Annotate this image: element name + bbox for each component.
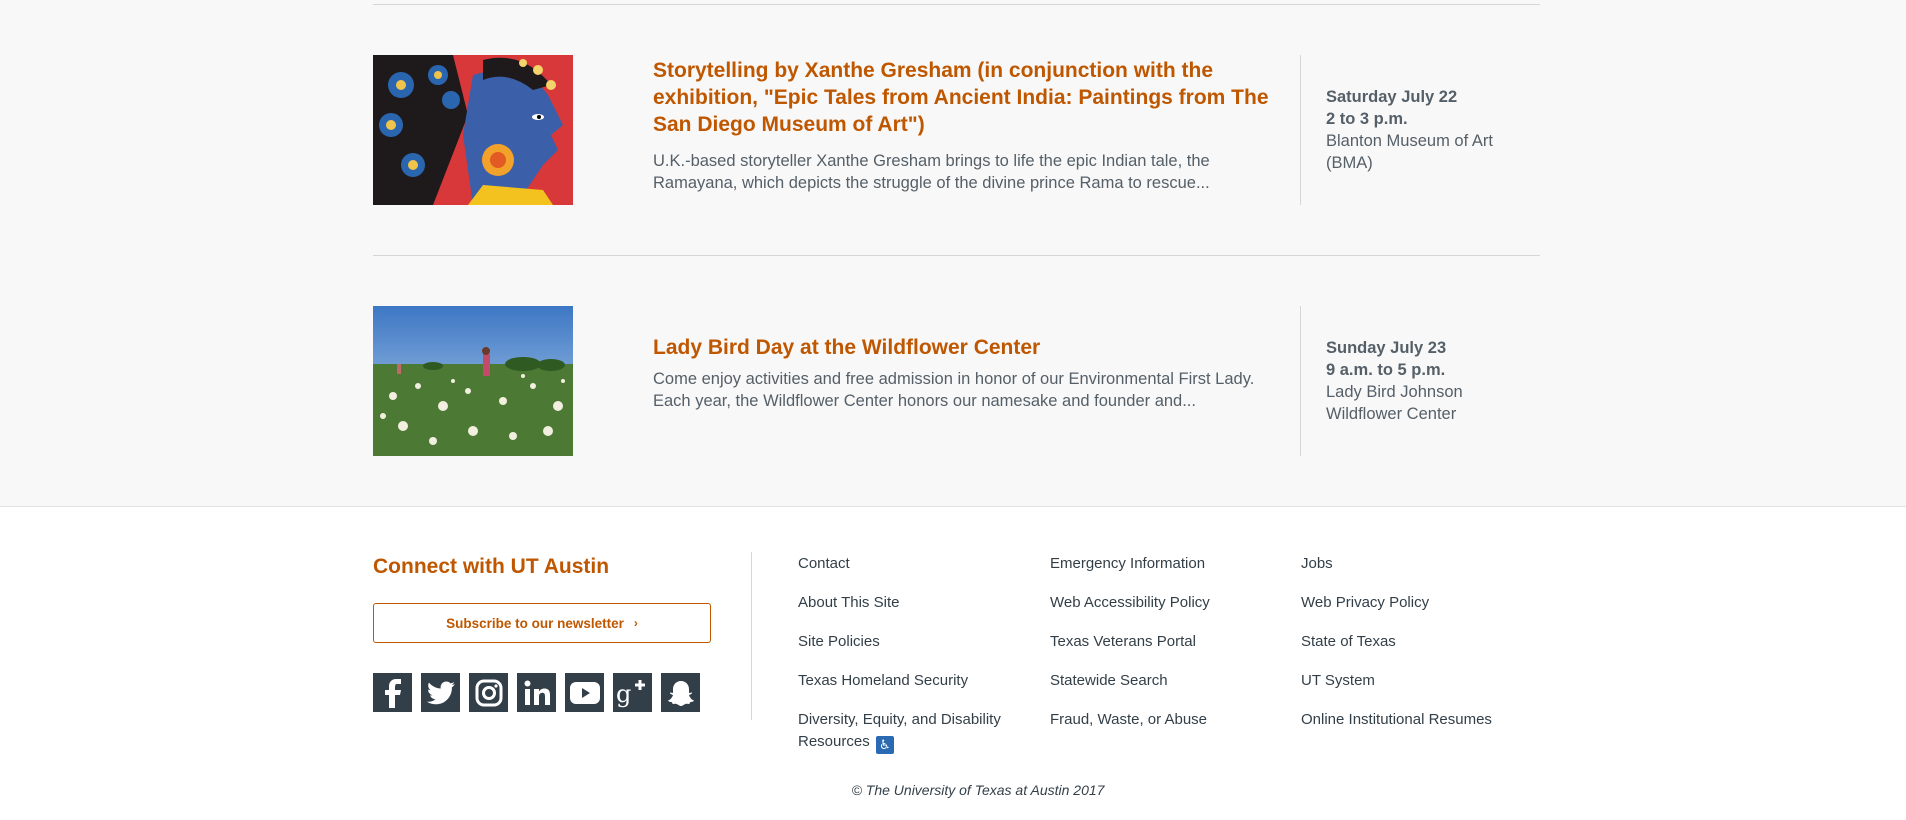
copyright: © The University of Texas at Austin 2017 bbox=[0, 782, 1906, 798]
link-fraud-waste-abuse[interactable]: Fraud, Waste, or Abuse bbox=[1050, 709, 1290, 748]
footer-divider bbox=[751, 552, 752, 720]
social-icons: g bbox=[373, 673, 700, 712]
link-texas-veterans-portal[interactable]: Texas Veterans Portal bbox=[1050, 631, 1290, 670]
event-description: U.K.-based storyteller Xanthe Gresham br… bbox=[653, 152, 1210, 192]
event-location: Blanton Museum of Art (BMA) bbox=[1326, 132, 1493, 172]
link-diversity-label: Diversity, Equity, and Disability Resour… bbox=[798, 711, 1001, 750]
event-time: 2 to 3 p.m. bbox=[1326, 110, 1408, 128]
copyright-symbol: © bbox=[851, 782, 862, 798]
footer-links-col1: Contact About This Site Site Policies Te… bbox=[798, 553, 1038, 754]
events-section: Storytelling by Xanthe Gresham (in conju… bbox=[0, 0, 1906, 507]
subscribe-button[interactable]: Subscribe to our newsletter › bbox=[373, 603, 711, 643]
event-text: Lady Bird Day at the Wildflower Center C… bbox=[653, 334, 1273, 412]
link-statewide-search[interactable]: Statewide Search bbox=[1050, 670, 1290, 709]
accessibility-icon: ♿ bbox=[875, 736, 894, 754]
event-description: Come enjoy activities and free admission… bbox=[653, 370, 1255, 410]
link-site-policies[interactable]: Site Policies bbox=[798, 631, 1038, 670]
subscribe-label: Subscribe to our newsletter bbox=[446, 615, 624, 631]
link-ut-system[interactable]: UT System bbox=[1301, 670, 1541, 709]
instagram-icon[interactable] bbox=[469, 673, 508, 712]
facebook-icon[interactable] bbox=[373, 673, 412, 712]
twitter-icon[interactable] bbox=[421, 673, 460, 712]
event-title[interactable]: Lady Bird Day at the Wildflower Center bbox=[653, 334, 1273, 361]
linkedin-icon[interactable] bbox=[517, 673, 556, 712]
link-web-privacy-policy[interactable]: Web Privacy Policy bbox=[1301, 592, 1541, 631]
event-text: Storytelling by Xanthe Gresham (in conju… bbox=[653, 57, 1273, 194]
connect-heading: Connect with UT Austin bbox=[373, 555, 610, 578]
chevron-right-icon: › bbox=[633, 616, 638, 630]
event-meta: Sunday July 23 9 a.m. to 5 p.m. Lady Bir… bbox=[1300, 306, 1540, 456]
footer-links-col3: Jobs Web Privacy Policy State of Texas U… bbox=[1301, 553, 1541, 748]
connect-section: Connect with UT Austin Subscribe to our … bbox=[373, 553, 713, 712]
event-day: Saturday July 22 bbox=[1326, 88, 1458, 106]
link-about-this-site[interactable]: About This Site bbox=[798, 592, 1038, 631]
link-texas-homeland-security[interactable]: Texas Homeland Security bbox=[798, 670, 1038, 709]
link-jobs[interactable]: Jobs bbox=[1301, 553, 1541, 592]
link-emergency-information[interactable]: Emergency Information bbox=[1050, 553, 1290, 592]
wildflower-field-image[interactable] bbox=[373, 306, 573, 456]
event-item: Lady Bird Day at the Wildflower Center C… bbox=[373, 306, 1540, 456]
event-meta: Saturday July 22 2 to 3 p.m. Blanton Mus… bbox=[1300, 55, 1540, 205]
event-day: Sunday July 23 bbox=[1326, 339, 1447, 357]
event-time: 9 a.m. to 5 p.m. bbox=[1326, 361, 1446, 379]
footer-links-col2: Emergency Information Web Accessibility … bbox=[1050, 553, 1290, 748]
link-online-institutional-resumes[interactable]: Online Institutional Resumes bbox=[1301, 709, 1541, 748]
snapchat-icon[interactable] bbox=[661, 673, 700, 712]
link-web-accessibility-policy[interactable]: Web Accessibility Policy bbox=[1050, 592, 1290, 631]
event-location: Lady Bird Johnson Wildflower Center bbox=[1326, 383, 1463, 423]
youtube-icon[interactable] bbox=[565, 673, 604, 712]
link-state-of-texas[interactable]: State of Texas bbox=[1301, 631, 1541, 670]
indian-painting-image[interactable] bbox=[373, 55, 573, 205]
event-item: Storytelling by Xanthe Gresham (in conju… bbox=[373, 55, 1540, 205]
google-plus-icon[interactable]: g bbox=[613, 673, 652, 712]
divider bbox=[373, 4, 1540, 5]
event-title[interactable]: Storytelling by Xanthe Gresham (in conju… bbox=[653, 57, 1273, 138]
svg-text:g: g bbox=[616, 680, 631, 708]
link-diversity-resources[interactable]: Diversity, Equity, and Disability Resour… bbox=[798, 709, 1038, 754]
copyright-text: The University of Texas at Austin 2017 bbox=[865, 782, 1105, 798]
divider bbox=[373, 255, 1540, 256]
link-contact[interactable]: Contact bbox=[798, 553, 1038, 592]
